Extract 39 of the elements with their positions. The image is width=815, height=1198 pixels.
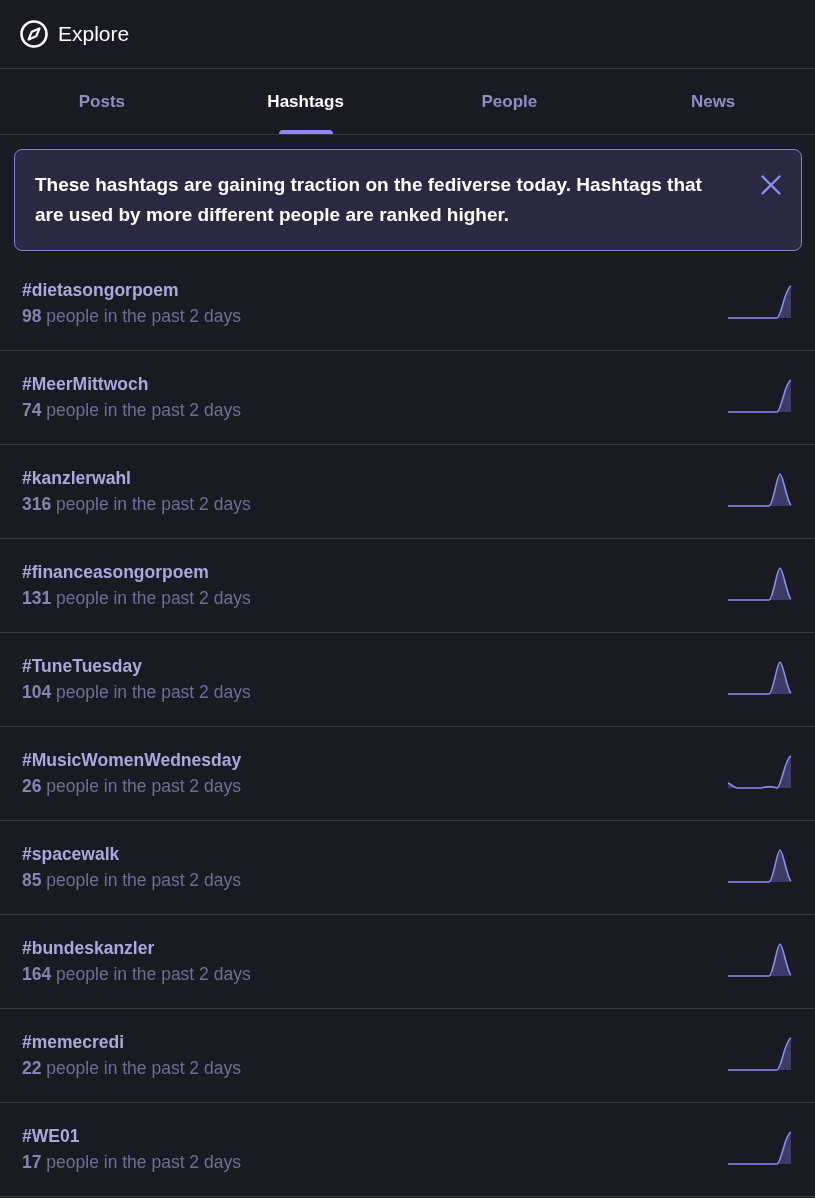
hashtag-link[interactable]: #spacewalk <box>22 842 120 867</box>
hashtag-link[interactable]: #financeasongorpoem <box>22 560 209 585</box>
tab[interactable]: News <box>611 69 815 134</box>
banner-text: These hashtags are gaining traction on the fediverse today. Hashtags that are used by more different people are ranked higher. <box>35 173 703 227</box>
tab[interactable]: People <box>407 69 612 134</box>
compass-icon <box>20 20 48 48</box>
usage-text: 85 people in the past 2 days <box>22 869 241 892</box>
usage-text: 74 people in the past 2 days <box>22 399 241 422</box>
hashtag-link[interactable]: #MeerMittwoch <box>22 372 149 397</box>
sparkline-drawing <box>727 659 793 696</box>
sparkline-drawing <box>727 847 793 884</box>
usage-text: 26 people in the past 2 days <box>22 775 241 798</box>
usage-text: 131 people in the past 2 days <box>22 587 251 610</box>
sparkline-drawing <box>727 283 793 320</box>
usage-text: 22 people in the past 2 days <box>22 1057 241 1080</box>
sparkline-drawing <box>727 565 793 602</box>
sparkline-drawing <box>727 941 793 978</box>
hashtag-link[interactable]: #kanzlerwahl <box>22 466 131 491</box>
close-icon <box>761 175 781 195</box>
usage-text: 104 people in the past 2 days <box>22 681 251 704</box>
usage-text: 17 people in the past 2 days <box>22 1151 241 1174</box>
sparkline-drawing <box>727 377 793 414</box>
dismiss-button[interactable] <box>761 175 781 195</box>
hashtag-link[interactable]: #memecredi <box>22 1030 125 1055</box>
tab[interactable]: Hashtags <box>203 69 408 134</box>
hashtag-link[interactable]: #MusicWomenWednesday <box>22 748 242 773</box>
usage-text: 316 people in the past 2 days <box>22 493 251 516</box>
sparkline-drawing <box>727 1035 793 1072</box>
usage-text: 98 people in the past 2 days <box>22 305 241 328</box>
hashtag-link[interactable]: #bundeskanzler <box>22 936 155 961</box>
tab[interactable]: Posts <box>0 69 204 134</box>
usage-text: 164 people in the past 2 days <box>22 963 251 986</box>
hashtag-link[interactable]: #dietasongorpoem <box>22 278 179 303</box>
sparkline-drawing <box>727 753 793 790</box>
page-title: Explore <box>58 21 130 47</box>
hashtag-link[interactable]: #WE01 <box>22 1124 80 1149</box>
sparkline-drawing <box>727 1129 793 1166</box>
hashtag-link[interactable]: #TuneTuesday <box>22 654 142 679</box>
sparkline-drawing <box>727 471 793 508</box>
